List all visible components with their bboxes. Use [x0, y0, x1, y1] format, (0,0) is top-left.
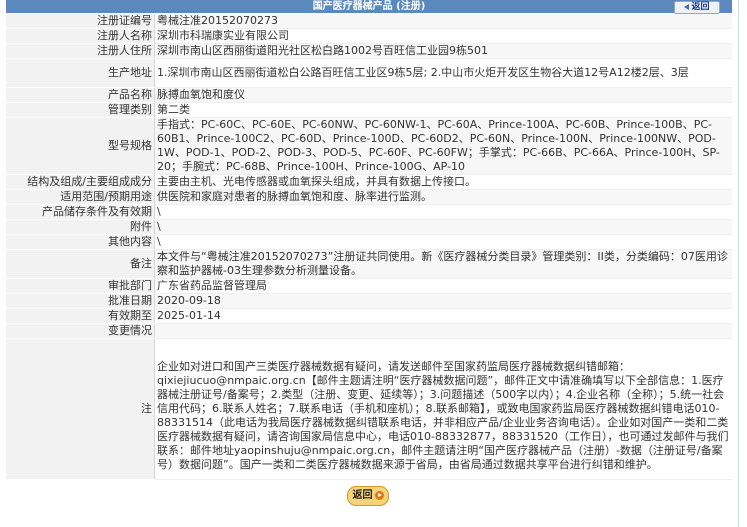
- detail-row: 结构及组成/主要组成成分 主要由主机、光电传感器或血氧探头组成，并具有数据上传接口…: [6, 174, 732, 190]
- row-value: 深圳市南山区西丽街道阳光社区松白路1002号百旺信工业园9栋501: [154, 43, 732, 59]
- row-label: 有效期至: [6, 308, 155, 324]
- row-value: 粤械注准20152070273: [154, 14, 732, 29]
- row-label: 附件: [6, 219, 155, 235]
- back-button-label: 返回: [691, 2, 710, 12]
- detail-page: 国产医疗器械产品 (注册) 返回 注册证编号 粤械注准20152070273 注册人…: [3, 0, 739, 527]
- row-value: 供医院和家庭对患者的脉搏血氧饱和度、脉率进行监测。: [154, 189, 732, 205]
- detail-table: 注册证编号 粤械注准20152070273 注册人名称 深圳市科瑞康实业有限公司 注册人…: [6, 14, 732, 480]
- row-label: 批准日期: [6, 293, 155, 309]
- detail-row: 产品储存条件及有效期 \: [6, 204, 732, 220]
- detail-row: 审批部门 广东省药品监督管理局: [6, 278, 732, 294]
- row-label: 产品名称: [6, 87, 155, 103]
- row-label: 管理类别: [6, 102, 155, 118]
- back-arrow-icon: [684, 3, 690, 10]
- row-label: 变更情况: [6, 323, 155, 339]
- row-label: 注: [6, 338, 155, 480]
- back-button-top[interactable]: 返回: [674, 1, 720, 14]
- row-label: 适用范围/预期用途: [6, 189, 155, 205]
- detail-row: 批准日期 2020-09-18: [6, 293, 732, 309]
- detail-row: 注册人住所 深圳市南山区西丽街道阳光社区松白路1002号百旺信工业园9栋501: [6, 43, 732, 59]
- row-value: 1.深圳市南山区西丽街道松白公路百旺信工业区9栋5层; 2.中山市火炬开发区生物…: [154, 58, 732, 88]
- detail-row: 适用范围/预期用途 供医院和家庭对患者的脉搏血氧饱和度、脉率进行监测。: [6, 189, 732, 205]
- row-value: [154, 323, 732, 339]
- row-value: 脉搏血氧饱和度仪: [154, 87, 732, 103]
- row-value: \: [154, 219, 732, 235]
- detail-row: 注企业如对进口和国产三类医疗器械数据有疑问，请发送邮件至国家药监局医疗器械数据纠…: [6, 338, 732, 480]
- row-label: 备注: [6, 249, 155, 279]
- detail-row: 其他内容 \: [6, 234, 732, 250]
- detail-row: 型号规格 手指式：PC-60C、PC-60E、PC-60NW、PC-60NW-1、…: [6, 117, 732, 175]
- row-label: 注册人名称: [6, 28, 155, 44]
- return-button-label: 返回: [352, 490, 373, 501]
- detail-row: 产品名称 脉搏血氧饱和度仪: [6, 87, 732, 103]
- row-value: 本文件与“粤械注准20152070273”注册证共同使用。新《医疗器械分类目录》…: [154, 249, 732, 279]
- row-value: \: [154, 204, 732, 220]
- row-value: 2025-01-14: [154, 308, 732, 324]
- row-label: 产品储存条件及有效期: [6, 204, 155, 220]
- detail-row: 备注 本文件与“粤械注准20152070273”注册证共同使用。新《医疗器械分类目…: [6, 249, 732, 279]
- row-label: 注册人住所: [6, 43, 155, 59]
- row-label: 审批部门: [6, 278, 155, 294]
- return-arrow-icon: [374, 490, 384, 500]
- row-value: 主要由主机、光电传感器或血氧探头组成，并具有数据上传接口。: [154, 174, 732, 190]
- page-title: 国产医疗器械产品 (注册): [312, 1, 426, 12]
- detail-row: 注册人名称 深圳市科瑞康实业有限公司: [6, 28, 732, 44]
- row-value: 深圳市科瑞康实业有限公司: [154, 28, 732, 44]
- row-value: 手指式：PC-60C、PC-60E、PC-60NW、PC-60NW-1、PC-6…: [154, 117, 732, 175]
- row-label: 型号规格: [6, 117, 155, 175]
- detail-row: 变更情况: [6, 323, 732, 339]
- detail-row: 生产地址 1.深圳市南山区西丽街道松白公路百旺信工业区9栋5层; 2.中山市火炬开…: [6, 58, 732, 88]
- detail-row: 注册证编号 粤械注准20152070273: [6, 14, 732, 29]
- page-title-bar: 国产医疗器械产品 (注册): [6, 0, 732, 13]
- row-value: 广东省药品监督管理局: [154, 278, 732, 294]
- row-label: 其他内容: [6, 234, 155, 250]
- detail-row: 附件 \: [6, 219, 732, 235]
- row-value: 2020-09-18: [154, 293, 732, 309]
- row-value: 第二类: [154, 102, 732, 118]
- row-value: \: [154, 234, 732, 250]
- detail-row: 有效期至 2025-01-14: [6, 308, 732, 324]
- row-label: 生产地址: [6, 58, 155, 88]
- return-button[interactable]: 返回: [347, 486, 389, 506]
- row-label: 结构及组成/主要组成成分: [6, 174, 155, 190]
- detail-row: 管理类别 第二类: [6, 102, 732, 118]
- row-label: 注册证编号: [6, 14, 155, 29]
- row-value: 企业如对进口和国产三类医疗器械数据有疑问，请发送邮件至国家药监局医疗器械数据纠错…: [154, 338, 732, 480]
